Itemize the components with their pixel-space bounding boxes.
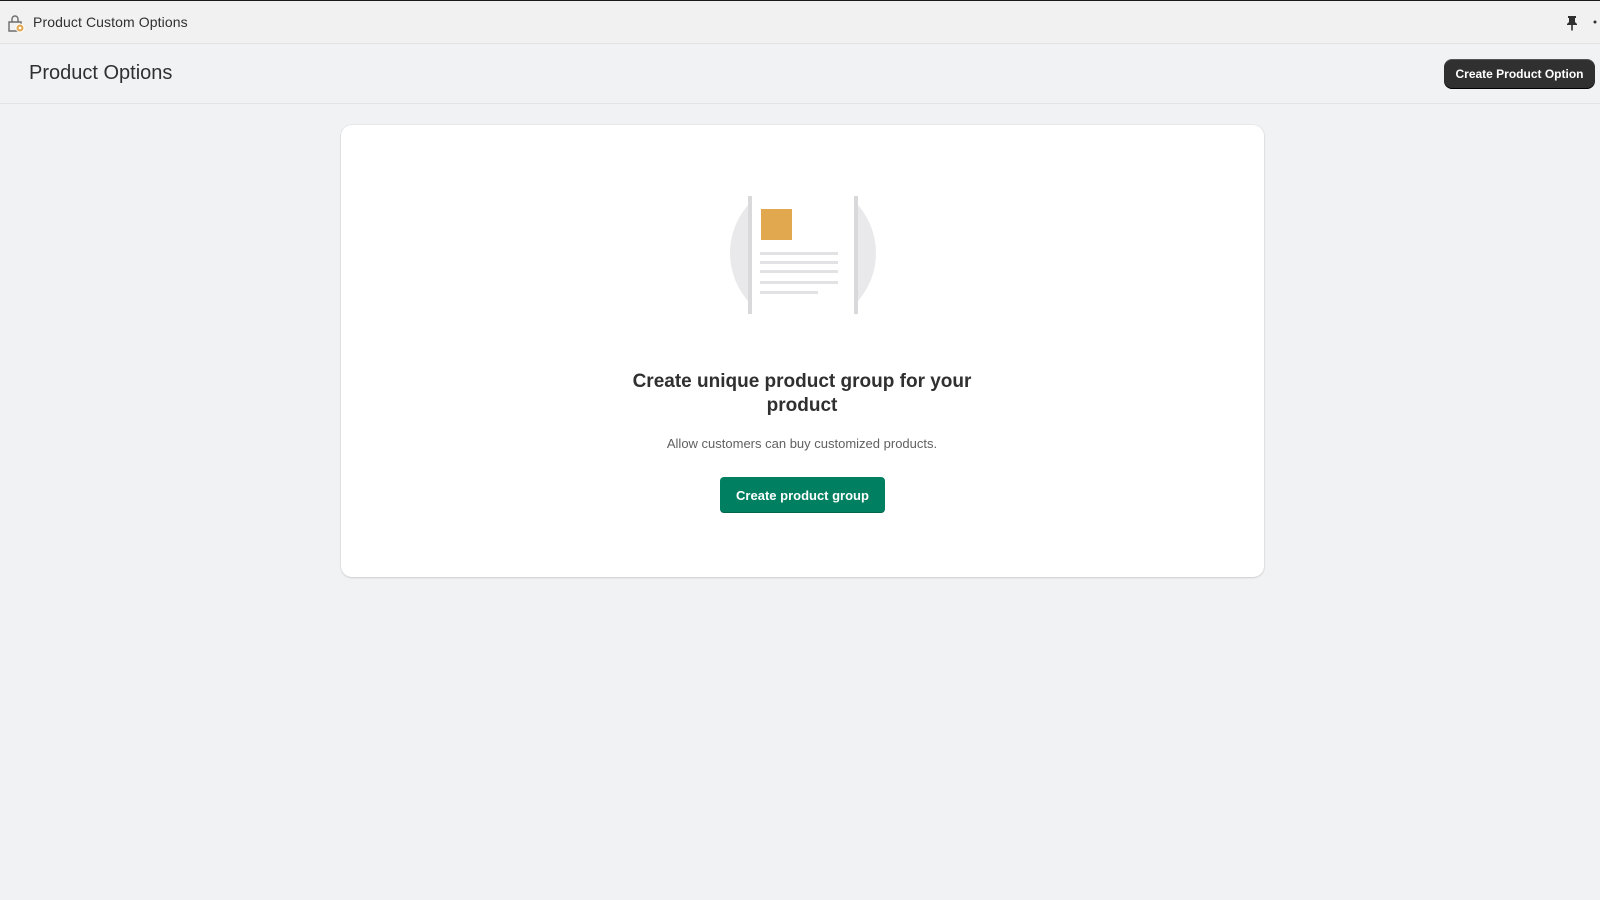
app-title: Product Custom Options xyxy=(33,14,188,30)
empty-state-description: Allow customers can buy customized produ… xyxy=(666,436,938,451)
app-logo-icon xyxy=(8,15,25,33)
pin-icon[interactable] xyxy=(1565,15,1579,31)
create-product-group-button[interactable]: Create product group xyxy=(720,477,885,513)
empty-state-heading: Create unique product group for your pro… xyxy=(632,371,972,416)
document-illustration xyxy=(729,186,877,321)
page-title: Product Options xyxy=(29,62,173,84)
empty-state-card: Create unique product group for your pro… xyxy=(341,125,1264,577)
create-product-option-button[interactable]: Create Product Option xyxy=(1444,59,1595,88)
page-header: Product Options Create Product Option xyxy=(0,44,1600,104)
app-top-bar: Product Custom Options xyxy=(0,0,1600,44)
more-icon[interactable] xyxy=(1591,14,1600,30)
